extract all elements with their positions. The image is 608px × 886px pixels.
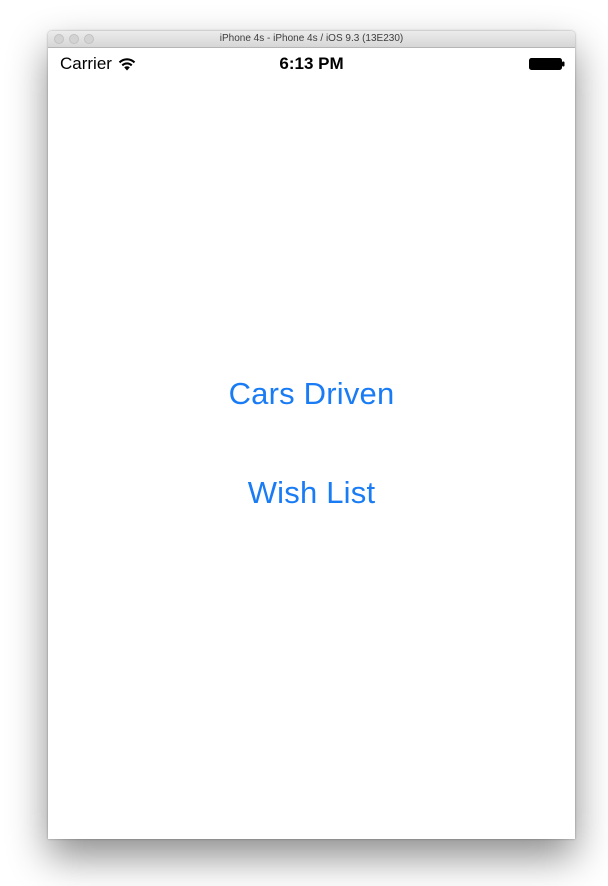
wish-list-button[interactable]: Wish List xyxy=(48,475,575,511)
window-titlebar[interactable]: iPhone 4s - iPhone 4s / iOS 9.3 (13E230) xyxy=(48,31,575,48)
app-screen: Cars Driven Wish List xyxy=(48,74,575,839)
simulator-window: iPhone 4s - iPhone 4s / iOS 9.3 (13E230)… xyxy=(48,31,575,839)
ios-status-bar: Carrier 6:13 PM xyxy=(48,48,575,74)
status-time: 6:13 PM xyxy=(279,54,344,73)
window-title: iPhone 4s - iPhone 4s / iOS 9.3 (13E230) xyxy=(219,33,404,44)
cars-driven-button[interactable]: Cars Driven xyxy=(48,376,575,412)
desktop-background: iPhone 4s - iPhone 4s / iOS 9.3 (13E230)… xyxy=(0,0,608,886)
battery-icon xyxy=(529,58,565,70)
